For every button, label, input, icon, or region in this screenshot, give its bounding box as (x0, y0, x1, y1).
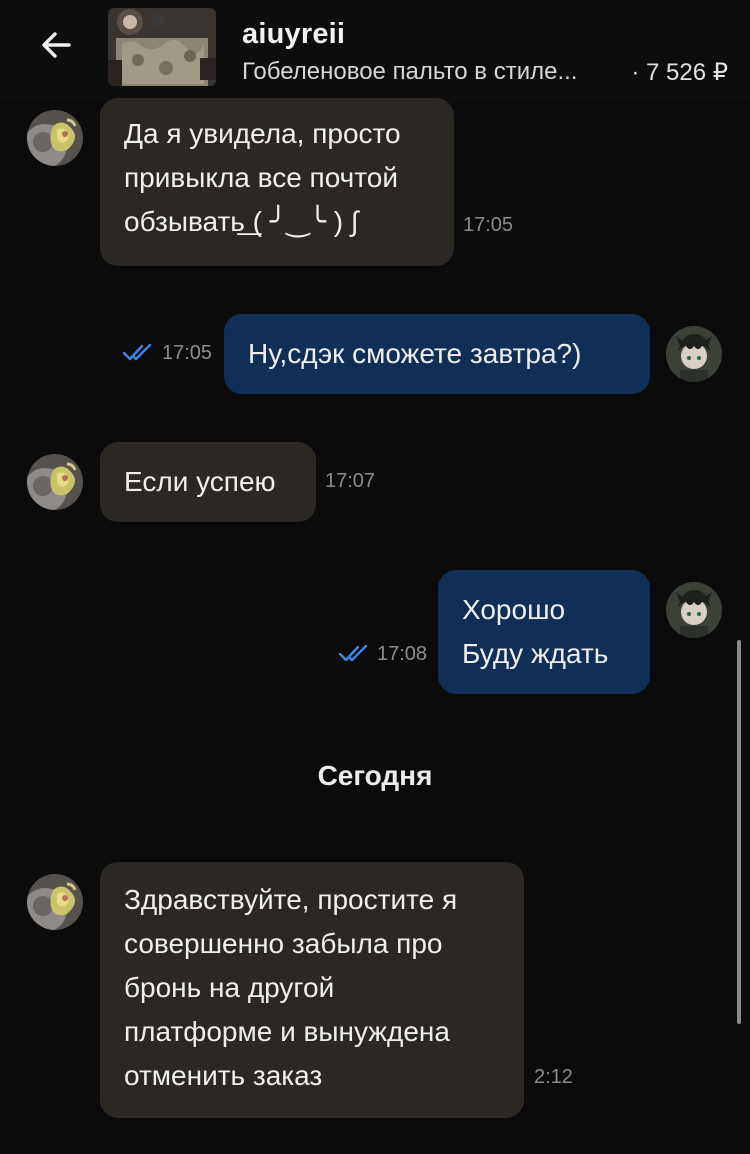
message-bubble-incoming[interactable]: Да я увидела, просто привыкла все почтой… (100, 98, 454, 266)
message-line: привыкла все почтой (124, 162, 398, 193)
scrollbar[interactable] (737, 640, 741, 1024)
seller-avatar[interactable] (27, 110, 83, 166)
message-time: 17:05 (162, 342, 213, 364)
arrow-left-icon (42, 32, 71, 58)
message-line: Здравствуйте, простите я (124, 884, 458, 915)
chat-header: aiuyreii Гобеленовое пальто в стиле... ·… (0, 0, 750, 100)
back-button[interactable] (34, 22, 80, 68)
message-time: 17:07 (325, 470, 376, 492)
message-line: обзывать͟ ( ╯‿╰ ) ∫ (124, 206, 359, 237)
seller-avatar[interactable] (27, 874, 83, 930)
day-separator: Сегодня (317, 760, 433, 791)
product-price: · 7 526 ₽ (631, 59, 728, 86)
message-bubble-incoming[interactable]: Здравствуйте, простите я совершенно забы… (100, 862, 524, 1118)
message-line: Да я увидела, просто (124, 118, 401, 149)
message-line: Буду ждать (462, 638, 609, 669)
message-time: 17:05 (463, 214, 514, 236)
message-line: Ну,сдэк сможете завтра?) (248, 338, 582, 369)
message-line: отменить заказ (124, 1060, 323, 1091)
read-double-check-icon (122, 343, 152, 361)
product-title: Гобеленовое пальто в стиле... (242, 58, 578, 85)
buyer-avatar[interactable] (666, 582, 722, 638)
read-double-check-icon (338, 644, 368, 662)
product-info[interactable]: Гобеленовое пальто в стиле... · 7 526 ₽ (242, 58, 728, 87)
seller-avatar[interactable] (27, 454, 83, 510)
message-time: 17:08 (377, 643, 428, 665)
message-line: платформе и вынуждена (124, 1016, 450, 1047)
message-bubble-outgoing[interactable]: Хорошо Буду ждать (438, 570, 650, 694)
message-line: Если успею (124, 466, 276, 497)
message-line: совершенно забыла про (124, 928, 443, 959)
message-bubble-outgoing[interactable]: Ну,сдэк сможете завтра?) (224, 314, 650, 394)
message-time: 2:12 (534, 1066, 573, 1088)
message-line: бронь на другой (124, 972, 335, 1003)
message-line: Хорошо (462, 594, 566, 625)
product-thumbnail[interactable] (108, 8, 216, 86)
message-bubble-incoming[interactable]: Если успею (100, 442, 316, 522)
seller-username[interactable]: aiuyreii (242, 18, 345, 51)
buyer-avatar[interactable] (666, 326, 722, 382)
